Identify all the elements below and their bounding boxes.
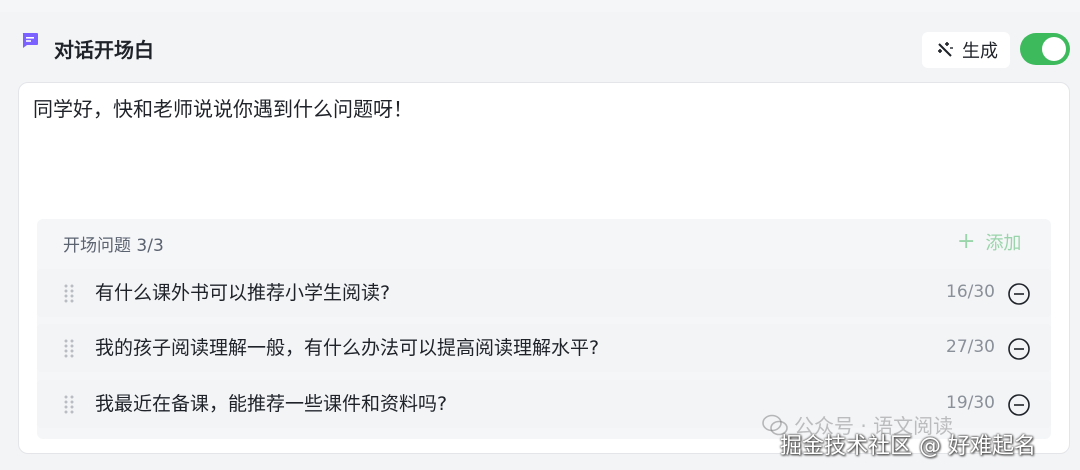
question-row: 我的孩子阅读理解一般，有什么办法可以提高阅读理解水平? 27/30 <box>37 324 1051 372</box>
add-question-label: 添加 <box>985 233 1022 254</box>
magic-wand-icon <box>938 42 953 57</box>
section-title: 对话开场白 <box>54 38 154 62</box>
drag-handle-icon[interactable] <box>63 394 75 414</box>
question-input[interactable]: 有什么课外书可以推荐小学生阅读? <box>95 280 390 306</box>
char-count: 16/30 <box>946 282 995 302</box>
question-input[interactable]: 我的孩子阅读理解一般，有什么办法可以提高阅读理解水平? <box>95 335 599 361</box>
section-header <box>0 12 1080 82</box>
drag-handle-icon[interactable] <box>63 338 75 358</box>
opening-questions-section: 开场问题 3/3 + 添加 有什么课外书可以推荐小学生阅读? 16/30 我的孩… <box>37 219 1051 439</box>
plus-icon: + <box>957 229 976 254</box>
remove-circle-icon[interactable] <box>1007 337 1031 361</box>
remove-circle-icon[interactable] <box>1007 393 1031 417</box>
opening-text-input[interactable]: 同学好，快和老师说说你遇到什么问题呀！ <box>33 95 413 123</box>
toggle-knob <box>1042 37 1066 61</box>
char-count: 19/30 <box>946 393 995 413</box>
add-question-button[interactable]: + 添加 <box>957 229 1021 255</box>
opening-toggle-switch[interactable] <box>1020 33 1070 65</box>
remove-circle-icon[interactable] <box>1007 282 1031 306</box>
drag-handle-icon[interactable] <box>63 283 75 303</box>
generate-label: 生成 <box>962 41 998 62</box>
questions-header-label: 开场问题 3/3 <box>63 236 164 256</box>
generate-button[interactable]: 生成 <box>922 32 1010 68</box>
opening-card: 同学好，快和老师说说你遇到什么问题呀！ 开场问题 3/3 + 添加 有什么课外书… <box>18 82 1070 454</box>
question-row: 有什么课外书可以推荐小学生阅读? 16/30 <box>37 269 1051 317</box>
chat-bubble-icon <box>22 33 38 48</box>
questions-header: 开场问题 3/3 + 添加 <box>37 219 1051 265</box>
char-count: 27/30 <box>946 337 995 357</box>
question-input[interactable]: 我最近在备课，能推荐一些课件和资料吗? <box>95 391 447 417</box>
watermark-juejin: 掘金技术社区 @ 好难起名 <box>780 434 1036 459</box>
